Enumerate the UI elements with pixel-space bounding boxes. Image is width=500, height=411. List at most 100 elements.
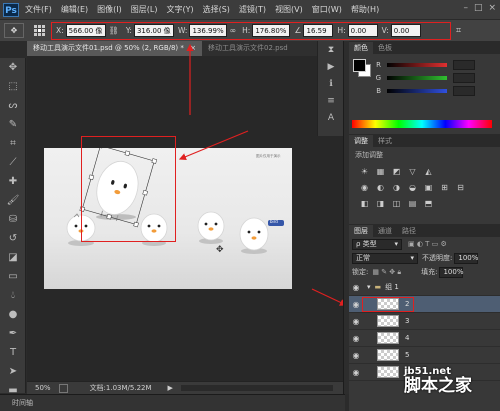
menu-select[interactable]: 选择(S) <box>203 4 230 15</box>
channel-mixer-icon[interactable]: ▣ <box>423 183 434 193</box>
layer-row[interactable]: ◉ 3 <box>349 313 500 330</box>
character-panel-icon[interactable]: A <box>318 109 344 126</box>
opacity-field[interactable]: 100% <box>454 252 478 264</box>
reference-point-icon[interactable] <box>32 24 46 37</box>
type-tool-icon[interactable]: T <box>0 343 26 362</box>
vibrance-icon[interactable]: ◭ <box>423 167 434 177</box>
posterize-icon[interactable]: ◨ <box>375 199 386 209</box>
visibility-eye-icon[interactable]: ◉ <box>349 317 363 326</box>
green-value-field[interactable] <box>453 72 475 83</box>
photo-filter-icon[interactable]: ◒ <box>407 183 418 193</box>
actions-panel-icon[interactable]: ▶ <box>318 58 344 75</box>
visibility-eye-icon[interactable]: ◉ <box>349 351 363 360</box>
history-panel-icon[interactable]: ⧗ <box>318 41 344 58</box>
brush-tool-icon[interactable]: 🖌︎ <box>0 191 26 210</box>
clone-stamp-icon[interactable]: ⛁ <box>0 210 26 229</box>
eraser-tool-icon[interactable]: ◪ <box>0 248 26 267</box>
blue-slider[interactable] <box>387 88 447 93</box>
menu-layer[interactable]: 图层(L) <box>131 4 158 15</box>
tool-preset-icon[interactable]: ✥ <box>4 23 24 38</box>
rotation-field[interactable]: 16.59 <box>303 24 334 37</box>
pen-tool-icon[interactable]: ✒ <box>0 324 26 343</box>
tab-channels[interactable]: 通道 <box>373 225 397 237</box>
menu-edit[interactable]: 编辑(E) <box>61 4 88 15</box>
curves-icon[interactable]: ◩ <box>391 167 402 177</box>
height-field[interactable]: 176.80% <box>252 24 291 37</box>
levels-icon[interactable]: ▦ <box>375 167 386 177</box>
gradient-tool-icon[interactable]: ▭ <box>0 267 26 286</box>
quick-select-tool-icon[interactable]: ✎ <box>0 115 26 134</box>
status-arrow-icon[interactable]: ▶ <box>168 384 173 392</box>
brightness-contrast-icon[interactable]: ☀ <box>359 167 370 177</box>
menu-image[interactable]: 图像(I) <box>97 4 122 15</box>
properties-panel-icon[interactable]: ≡ <box>318 92 344 109</box>
warp-mode-icon[interactable]: ⌗ <box>456 26 461 36</box>
tab-styles[interactable]: 样式 <box>373 135 397 147</box>
blur-tool-icon[interactable]: 💧︎ <box>0 286 26 305</box>
menu-filter[interactable]: 滤镜(T) <box>239 4 266 15</box>
maximize-button[interactable]: □ <box>474 3 483 13</box>
green-slider[interactable] <box>387 75 447 80</box>
menu-view[interactable]: 视图(V) <box>275 4 303 15</box>
dodge-tool-icon[interactable]: ● <box>0 305 26 324</box>
red-slider[interactable] <box>387 62 447 67</box>
layer-row[interactable]: ◉ 4 <box>349 330 500 347</box>
status-menu-icon[interactable] <box>58 383 68 393</box>
visibility-eye-icon[interactable]: ◉ <box>349 368 363 377</box>
layer-row[interactable]: ◉ 5 <box>349 347 500 364</box>
crop-tool-icon[interactable]: ⌗ <box>0 134 26 153</box>
layer-kind-filter[interactable]: ρ 类型 ▾ <box>352 238 402 250</box>
timeline-label[interactable]: 时间轴 <box>12 398 33 408</box>
history-brush-icon[interactable]: ↺ <box>0 229 26 248</box>
gradient-map-icon[interactable]: ▤ <box>407 199 418 209</box>
menu-help[interactable]: 帮助(H) <box>351 4 379 15</box>
marquee-tool-icon[interactable]: ⬚ <box>0 77 26 96</box>
document-tab-active[interactable]: 移动工具演示文件01.psd @ 50% (2, RGB/8) * × <box>27 41 203 56</box>
x-position-field[interactable]: 566.00 像 <box>65 24 106 37</box>
blue-value-field[interactable] <box>453 85 475 96</box>
threshold-icon[interactable]: ◫ <box>391 199 402 209</box>
close-tab-icon[interactable]: × <box>190 44 196 52</box>
eyedropper-tool-icon[interactable]: ⟋ <box>0 153 26 172</box>
horizontal-skew-field[interactable]: 0.00 <box>347 24 378 37</box>
lasso-tool-icon[interactable]: ᔕ <box>0 96 26 115</box>
menu-type[interactable]: 文字(Y) <box>166 4 193 15</box>
close-window-button[interactable]: × <box>488 3 496 13</box>
horizontal-scrollbar[interactable] <box>180 385 333 391</box>
black-white-icon[interactable]: ◑ <box>391 183 402 193</box>
menu-window[interactable]: 窗口(W) <box>312 4 342 15</box>
fill-field[interactable]: 100% <box>439 266 463 278</box>
info-panel-icon[interactable]: ℹ <box>318 75 344 92</box>
tab-paths[interactable]: 路径 <box>397 225 421 237</box>
menu-file[interactable]: 文件(F) <box>25 4 52 15</box>
color-lookup-icon[interactable]: ⊞ <box>439 183 450 193</box>
visibility-eye-icon[interactable]: ◉ <box>349 283 363 292</box>
red-value-field[interactable] <box>453 59 475 70</box>
exposure-icon[interactable]: ▽ <box>407 167 418 177</box>
layer-row-selected[interactable]: ◉ 2 <box>349 296 500 313</box>
filter-icons[interactable]: ▣ ◐ T ▭ ⚙ <box>408 240 447 248</box>
healing-brush-icon[interactable]: ✚ <box>0 172 26 191</box>
path-select-icon[interactable]: ➤ <box>0 362 26 381</box>
visibility-eye-icon[interactable]: ◉ <box>349 334 363 343</box>
tab-color[interactable]: 颜色 <box>349 42 373 54</box>
zoom-level[interactable]: 50% <box>35 384 51 392</box>
lock-icons[interactable]: ▦ ✎ ✥ 🔒︎ <box>372 268 401 277</box>
blend-mode-select[interactable]: 正常 ▾ <box>352 252 418 264</box>
minimize-button[interactable]: – <box>463 3 468 13</box>
link-icon[interactable]: ⛓ <box>109 26 119 35</box>
selective-color-icon[interactable]: ⬒ <box>423 199 434 209</box>
tab-swatches[interactable]: 色板 <box>373 42 397 54</box>
tab-layers[interactable]: 图层 <box>349 225 373 237</box>
width-field[interactable]: 136.99% <box>189 24 228 37</box>
document-tab-2[interactable]: 移动工具演示文件02.psd <box>202 41 294 56</box>
foreground-color-swatch[interactable] <box>353 59 366 72</box>
move-tool-icon[interactable]: ✥ <box>0 58 26 77</box>
chain-icon[interactable]: ∞ <box>229 26 236 35</box>
layer-group-row[interactable]: ◉ ▾ ▬ 组 1 <box>349 279 500 296</box>
visibility-eye-icon[interactable]: ◉ <box>349 300 363 309</box>
color-spectrum-bar[interactable] <box>352 120 492 128</box>
y-position-field[interactable]: 316.00 像 <box>133 24 174 37</box>
invert-icon[interactable]: ◧ <box>359 199 370 209</box>
hue-saturation-icon[interactable]: ◉ <box>359 183 370 193</box>
